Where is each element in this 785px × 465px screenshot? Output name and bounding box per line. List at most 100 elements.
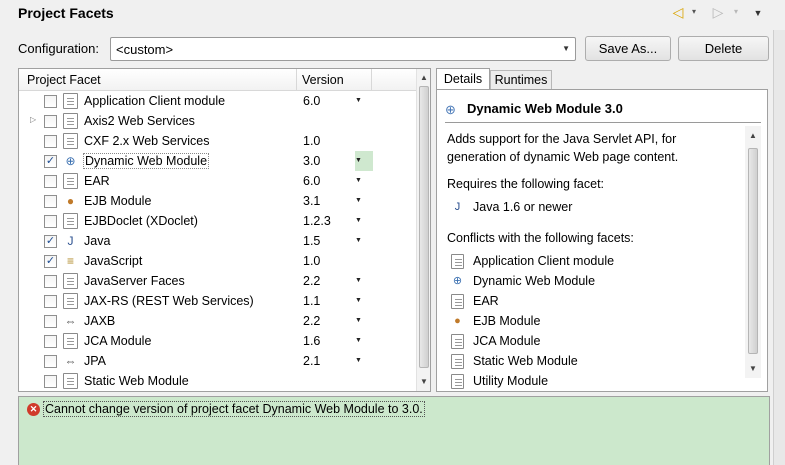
expand-icon[interactable]: ▷ <box>30 115 36 124</box>
error-message-area: ✕ Cannot change version of project facet… <box>18 396 770 465</box>
table-row[interactable]: EJBDoclet (XDoclet) 1.2.3 ▼ <box>19 211 416 231</box>
facet-checkbox[interactable] <box>44 215 57 228</box>
version-dropdown-icon[interactable]: ▼ <box>355 237 362 244</box>
version-dropdown-icon[interactable]: ▼ <box>355 177 362 184</box>
globe-icon: ⊕ <box>452 275 463 287</box>
version-dropdown-icon[interactable]: ▼ <box>355 357 362 364</box>
version-dropdown-icon[interactable]: ▼ <box>355 297 362 304</box>
list-item: J Java 1.6 or newer <box>451 198 741 218</box>
facet-checkbox[interactable] <box>44 95 57 108</box>
delete-button[interactable]: Delete <box>678 36 769 61</box>
facet-version[interactable]: 6.0 <box>303 94 320 108</box>
facet-version[interactable]: 1.0 <box>303 134 320 148</box>
details-scrollbar[interactable]: ▲ ▼ <box>745 126 761 378</box>
table-row[interactable]: Static Web Module <box>19 371 416 391</box>
tab-details[interactable]: Details <box>436 68 490 90</box>
table-row[interactable]: Application Client module 6.0 ▼ <box>19 91 416 111</box>
column-header-version[interactable]: Version <box>302 73 344 87</box>
table-row[interactable]: ● EJB Module 3.1 ▼ <box>19 191 416 211</box>
facet-version[interactable]: 6.0 <box>303 174 320 188</box>
facet-name: JCA Module <box>84 334 152 348</box>
table-row[interactable]: ⇔ JAXB 2.2 ▼ <box>19 311 416 331</box>
table-row[interactable]: JavaServer Faces 2.2 ▼ <box>19 271 416 291</box>
facet-version[interactable]: 3.1 <box>303 194 320 208</box>
scrollbar-thumb[interactable] <box>748 148 758 354</box>
facet-checkbox[interactable] <box>44 115 57 128</box>
table-row[interactable]: JAX-RS (REST Web Services) 1.1 ▼ <box>19 291 416 311</box>
forward-history-dropdown-icon[interactable]: ▾ <box>731 5 741 19</box>
facet-checkbox[interactable] <box>44 295 57 308</box>
table-row[interactable]: CXF 2.x Web Services 1.0 <box>19 131 416 151</box>
version-dropdown-icon[interactable]: ▼ <box>355 277 362 284</box>
facet-version[interactable]: 1.2.3 <box>303 214 331 228</box>
error-icon: ✕ <box>27 403 40 416</box>
facet-checkbox[interactable]: ✓ <box>44 155 57 168</box>
requires-label: Requires the following facet: <box>447 177 605 191</box>
table-row[interactable]: ✓ J Java 1.5 ▼ <box>19 231 416 251</box>
version-dropdown-icon[interactable]: ▼ <box>355 197 362 204</box>
facet-checkbox[interactable] <box>44 275 57 288</box>
version-dropdown-icon[interactable]: ▼ <box>355 317 362 324</box>
scrollbar-thumb[interactable] <box>419 86 429 368</box>
document-icon <box>63 273 78 289</box>
version-dropdown-icon[interactable]: ▼ <box>355 217 362 224</box>
facet-checkbox[interactable] <box>44 355 57 368</box>
facet-name: Application Client module <box>84 94 226 108</box>
facet-name: Axis2 Web Services <box>84 114 195 128</box>
scroll-down-icon[interactable]: ▼ <box>749 364 757 373</box>
table-row[interactable]: ✓ ≡ JavaScript 1.0 <box>19 251 416 271</box>
facet-checkbox[interactable] <box>44 375 57 388</box>
table-row[interactable]: ▷ Axis2 Web Services <box>19 111 416 131</box>
document-icon <box>451 374 464 389</box>
facet-version[interactable]: 3.0 <box>303 154 320 168</box>
configuration-select[interactable]: <custom> ▼ <box>110 37 576 61</box>
facet-version[interactable]: 1.5 <box>303 234 320 248</box>
title-bar: Project Facets ◁ ▾ ▷ ▾ ▼ <box>0 0 785 30</box>
version-dropdown-icon[interactable]: ▼ <box>355 157 362 164</box>
facet-checkbox[interactable]: ✓ <box>44 235 57 248</box>
facet-version[interactable]: 1.0 <box>303 254 320 268</box>
back-arrow-icon[interactable]: ◁ <box>669 4 687 20</box>
facet-checkbox[interactable] <box>44 315 57 328</box>
scroll-up-icon[interactable]: ▲ <box>420 73 428 82</box>
scroll-down-icon[interactable]: ▼ <box>420 377 428 386</box>
forward-arrow-icon[interactable]: ▷ <box>709 4 727 20</box>
facet-version[interactable]: 2.2 <box>303 274 320 288</box>
document-icon <box>63 93 78 109</box>
details-body: Adds support for the Java Servlet API, f… <box>437 124 753 391</box>
column-header-project-facet[interactable]: Project Facet <box>27 73 101 87</box>
scroll-up-icon[interactable]: ▲ <box>749 131 757 140</box>
facet-version[interactable]: 1.1 <box>303 294 320 308</box>
tab-runtimes[interactable]: Runtimes <box>490 70 552 90</box>
table-scrollbar[interactable]: ▲ ▼ <box>416 69 430 391</box>
column-divider[interactable] <box>371 69 372 91</box>
list-item: Utility Module <box>451 372 741 391</box>
facet-checkbox[interactable]: ✓ <box>44 255 57 268</box>
globe-icon: ⊕ <box>65 154 76 168</box>
table-row[interactable]: ✓ ⊕ Dynamic Web Module 3.0 ▼ <box>19 151 416 171</box>
details-description-line: Adds support for the Java Servlet API, f… <box>447 132 677 146</box>
facet-version[interactable]: 2.1 <box>303 354 320 368</box>
table-row[interactable]: ⇔ JPA 2.1 ▼ <box>19 351 416 371</box>
globe-icon: ⊕ <box>445 102 456 117</box>
conflicts-label: Conflicts with the following facets: <box>447 231 634 245</box>
table-row[interactable]: EAR 6.0 ▼ <box>19 171 416 191</box>
list-item: ⊕ Dynamic Web Module <box>451 272 741 292</box>
column-divider[interactable] <box>296 69 297 91</box>
facet-checkbox[interactable] <box>44 195 57 208</box>
java-icon: J <box>454 201 461 213</box>
save-as-button[interactable]: Save As... <box>585 36 671 61</box>
table-row[interactable]: JCA Module 1.6 ▼ <box>19 331 416 351</box>
back-history-dropdown-icon[interactable]: ▾ <box>689 5 699 19</box>
view-menu-icon[interactable]: ▼ <box>751 6 765 20</box>
facet-version[interactable]: 1.6 <box>303 334 320 348</box>
version-dropdown-icon[interactable]: ▼ <box>355 337 362 344</box>
facet-checkbox[interactable] <box>44 335 57 348</box>
facet-version[interactable]: 2.2 <box>303 314 320 328</box>
facet-name: EAR <box>84 174 110 188</box>
facet-checkbox[interactable] <box>44 135 57 148</box>
window-scrollbar[interactable] <box>773 30 785 465</box>
document-icon <box>63 113 78 129</box>
version-dropdown-icon[interactable]: ▼ <box>355 97 362 104</box>
facet-checkbox[interactable] <box>44 175 57 188</box>
